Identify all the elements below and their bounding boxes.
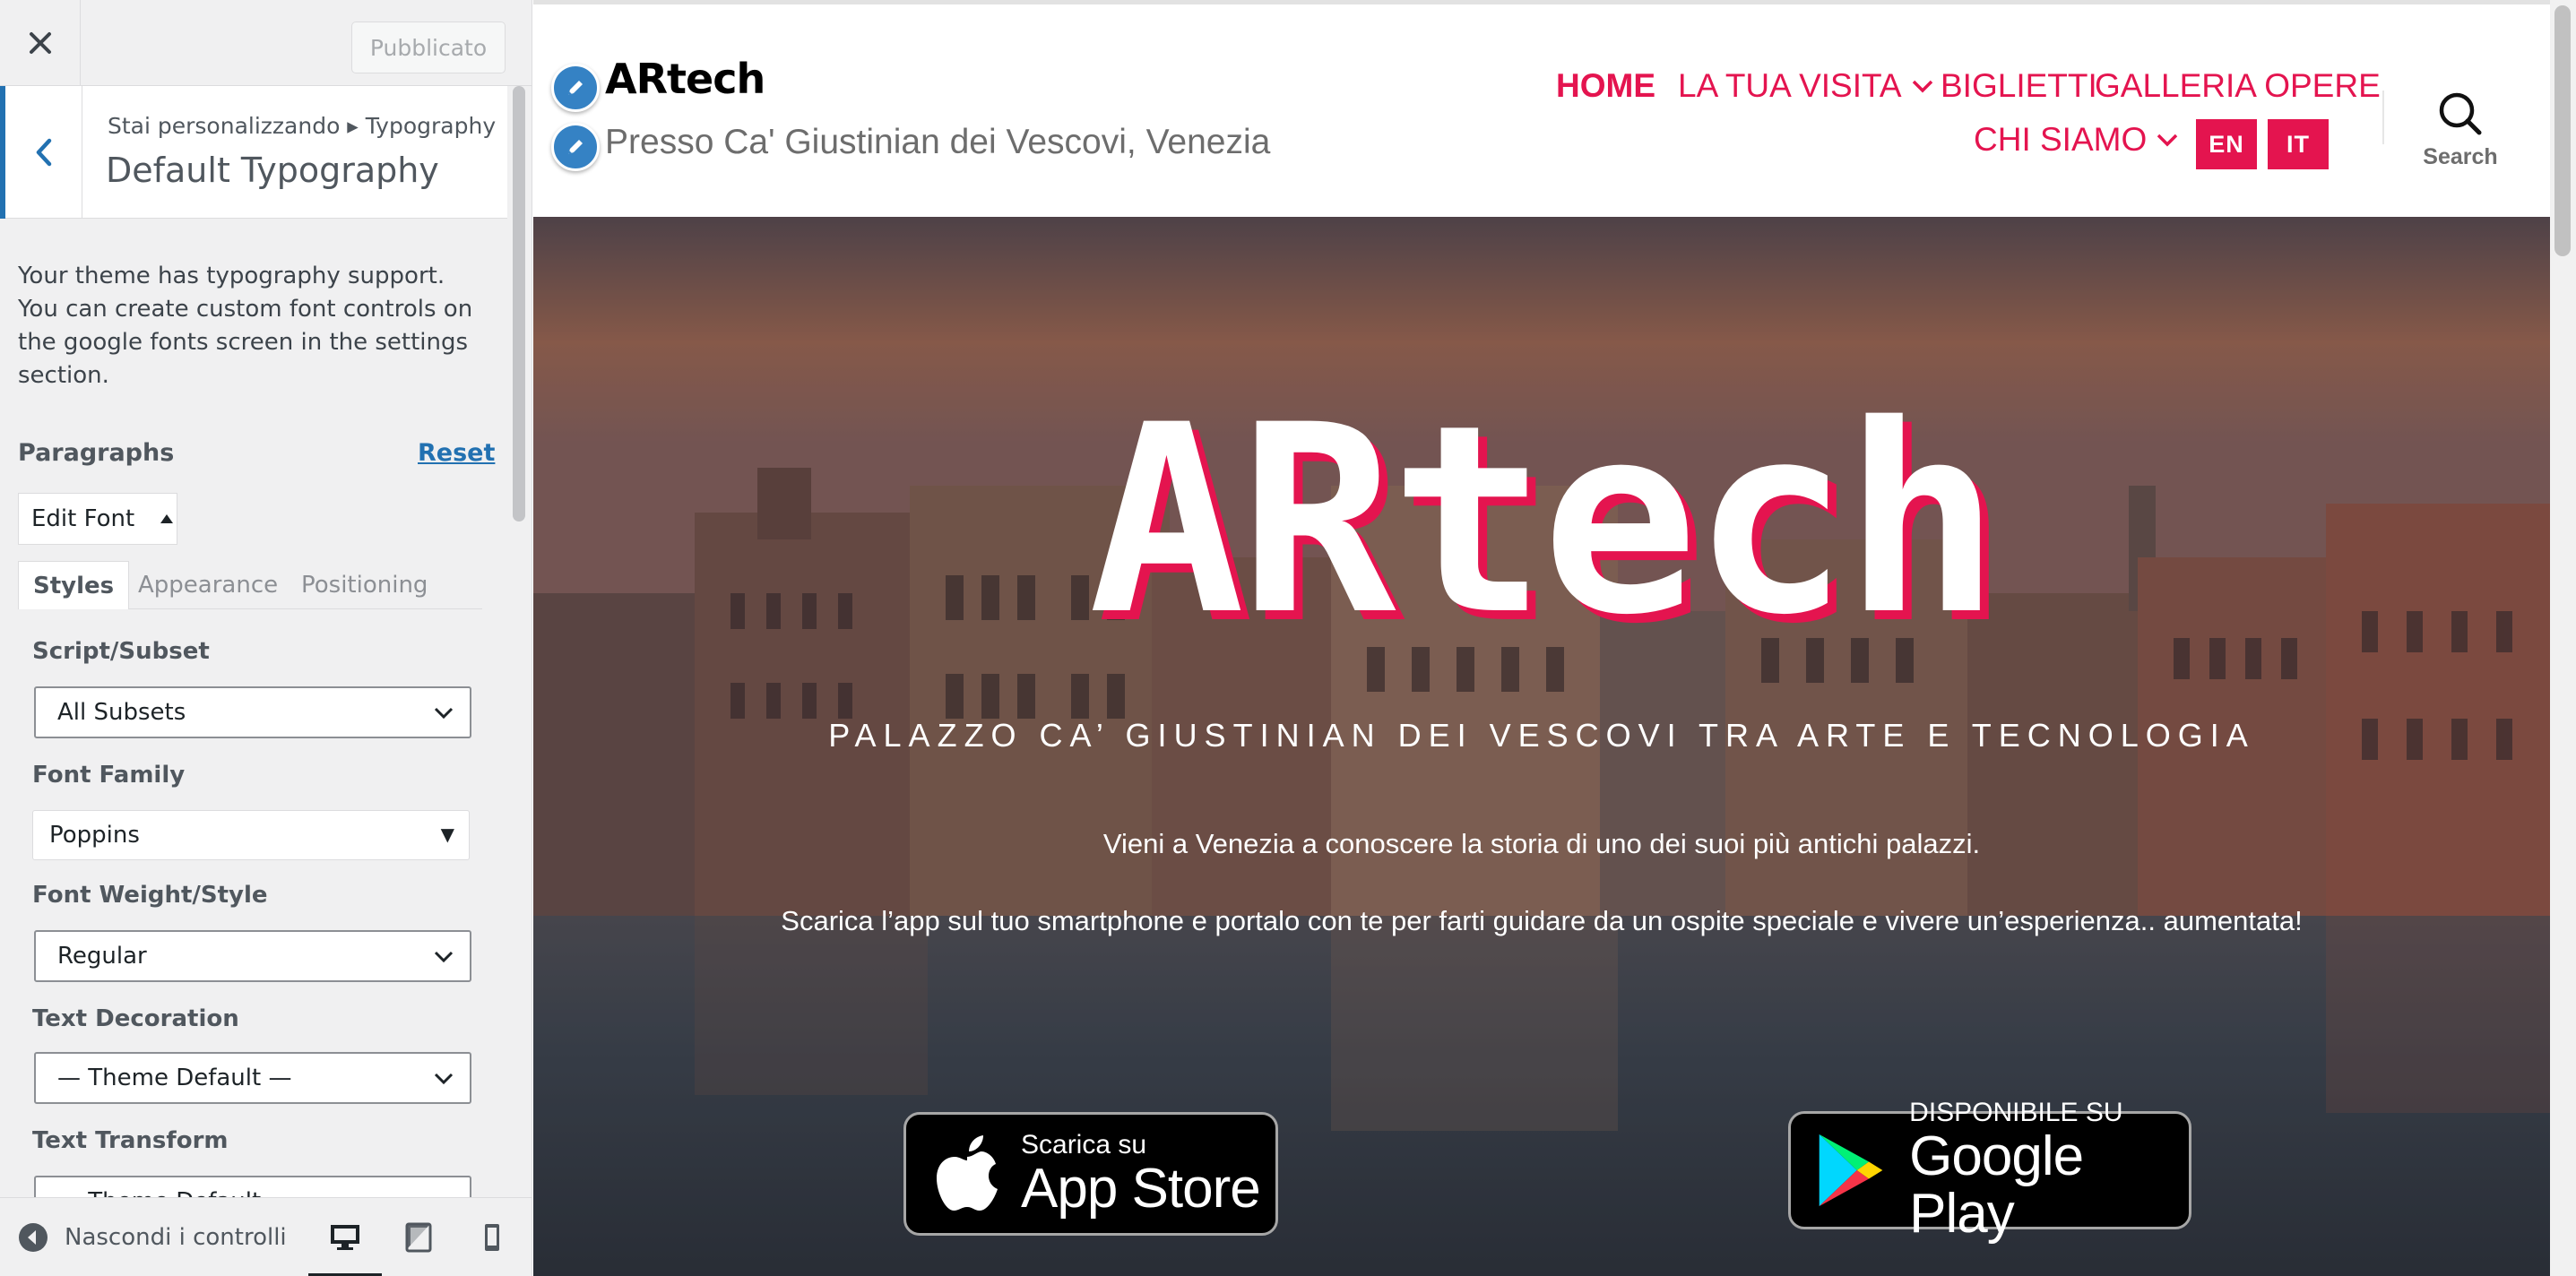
breadcrumb: Stai personalizzando ▸ Typography	[108, 113, 497, 139]
script-subset-value: All Subsets	[57, 699, 186, 726]
site-tagline: Presso Ca' Giustinian dei Vescovi, Venez…	[605, 123, 1271, 161]
chevron-left-icon	[36, 138, 51, 167]
nav-home[interactable]: HOME	[1556, 67, 1655, 105]
customizer-header: Pubblicato	[0, 0, 532, 86]
google-play-big-text: Google Play	[1909, 1125, 2084, 1245]
publish-button[interactable]: Pubblicato	[351, 22, 506, 73]
preview-scrollbar-thumb[interactable]	[2554, 5, 2571, 256]
section-header: Stai personalizzando ▸ Typography Defaul…	[0, 86, 507, 219]
edit-shortcut-title[interactable]	[551, 64, 600, 112]
tab-positioning[interactable]: Positioning	[301, 561, 428, 609]
header-divider	[2382, 91, 2384, 144]
app-store-badge[interactable]: Scarica su App Store	[903, 1112, 1278, 1236]
hero-section: ARtech PALAZZO CA’ GIUSTINIAN DEI VESCOV…	[533, 217, 2550, 1276]
desktop-icon	[331, 1225, 359, 1250]
hero-text-app: Scarica l’app sul tuo smartphone e porta…	[781, 905, 2303, 936]
font-weight-value: Regular	[57, 943, 147, 970]
nav-chisiamo-label: CHI SIAMO	[1974, 121, 2148, 158]
nav-biglietti[interactable]: BIGLIETTI	[1941, 67, 2097, 105]
tab-styles[interactable]: Styles	[18, 561, 130, 609]
reset-link[interactable]: Reset	[418, 439, 495, 467]
text-decoration-label: Text Decoration	[32, 1005, 239, 1032]
language-en-button[interactable]: EN	[2196, 119, 2257, 169]
paragraphs-label: Paragraphs	[18, 439, 175, 467]
font-family-select[interactable]: Poppins ▼	[32, 810, 470, 860]
edit-shortcut-tagline[interactable]	[551, 123, 600, 171]
text-transform-label: Text Transform	[32, 1127, 229, 1154]
site-preview: ARtech Presso Ca' Giustinian dei Vescovi…	[533, 0, 2576, 1276]
section-title: Default Typography	[106, 151, 439, 190]
preview-desktop-button[interactable]	[324, 1216, 366, 1259]
search-icon	[2439, 92, 2482, 135]
nav-visita-label: LA TUA VISITA	[1678, 67, 1902, 104]
font-weight-select[interactable]: Regular	[34, 930, 471, 982]
customizer-footer: Nascondi i controlli	[0, 1197, 532, 1276]
close-customizer-button[interactable]	[0, 0, 81, 86]
hide-controls-label: Nascondi i controlli	[65, 1224, 287, 1251]
edit-font-label: Edit Font	[31, 505, 135, 532]
tab-appearance[interactable]: Appearance	[138, 561, 278, 609]
text-decoration-select[interactable]: — Theme Default —	[34, 1052, 471, 1104]
pencil-icon	[568, 140, 583, 154]
app-store-small-text: Scarica su	[1021, 1130, 1147, 1160]
back-button[interactable]	[0, 86, 82, 219]
hero-title: ARtech	[1088, 370, 2001, 672]
language-it-button[interactable]: IT	[2268, 119, 2329, 169]
script-subset-label: Script/Subset	[32, 638, 210, 665]
font-family-value: Poppins	[49, 822, 140, 849]
chevron-down-icon	[434, 951, 454, 963]
collapse-arrow-icon	[19, 1223, 48, 1252]
hide-controls-button[interactable]: Nascondi i controlli	[18, 1198, 287, 1276]
script-subset-select[interactable]: All Subsets	[34, 686, 471, 738]
nav-galleria-opere[interactable]: GALLERIA OPERE	[2095, 67, 2381, 105]
google-play-icon	[1819, 1134, 1883, 1207]
theme-support-note: Your theme has typography support. You c…	[18, 263, 473, 389]
customizer-sidebar: Pubblicato Stai personalizzando ▸ Typogr…	[0, 0, 532, 1276]
search-label: Search	[2423, 144, 2498, 169]
caret-up-icon	[160, 514, 174, 523]
chevron-down-icon	[1912, 80, 1932, 93]
font-settings-tabs: Styles Appearance Positioning	[18, 561, 482, 609]
mobile-icon	[485, 1224, 499, 1251]
sidebar-scrollbar-thumb[interactable]	[513, 86, 525, 522]
preview-mobile-button[interactable]	[471, 1216, 513, 1259]
site-title[interactable]: ARtech	[605, 55, 765, 103]
tablet-icon	[405, 1222, 432, 1253]
google-play-badge[interactable]: DISPONIBILE SU Google Play	[1788, 1098, 2191, 1243]
app-store-big-text: App Store	[1021, 1158, 1261, 1220]
nav-biglietti-label: BIGLIETTI	[1941, 67, 2097, 104]
font-family-label: Font Family	[32, 762, 186, 789]
font-weight-label: Font Weight/Style	[32, 882, 268, 909]
site-header: ARtech Presso Ca' Giustinian dei Vescovi…	[533, 0, 2550, 217]
pencil-icon	[568, 81, 583, 95]
hero-subtitle: PALAZZO CA’ GIUSTINIAN DEI VESCOVI TRA A…	[828, 717, 2255, 754]
close-icon	[29, 32, 51, 54]
chevron-down-icon	[2157, 134, 2178, 147]
nav-chi-siamo[interactable]: CHI SIAMO	[1974, 121, 2179, 159]
nav-home-label: HOME	[1556, 67, 1655, 104]
nav-galleria-label: GALLERIA OPERE	[2095, 67, 2381, 104]
nav-la-tua-visita[interactable]: LA TUA VISITA	[1678, 67, 1934, 105]
hero-text-intro: Vieni a Venezia a conoscere la storia di…	[1102, 828, 1981, 859]
google-play-small-text: DISPONIBILE SU	[1909, 1098, 2123, 1127]
chevron-down-icon	[434, 707, 454, 720]
text-decoration-value: — Theme Default —	[57, 1065, 292, 1091]
caret-down-icon: ▼	[440, 823, 454, 845]
edit-font-button[interactable]: Edit Font	[18, 493, 177, 545]
chevron-down-icon	[434, 1073, 454, 1085]
apple-icon	[937, 1135, 998, 1211]
search-button[interactable]: Search	[2416, 91, 2505, 170]
preview-tablet-button[interactable]	[398, 1216, 439, 1259]
